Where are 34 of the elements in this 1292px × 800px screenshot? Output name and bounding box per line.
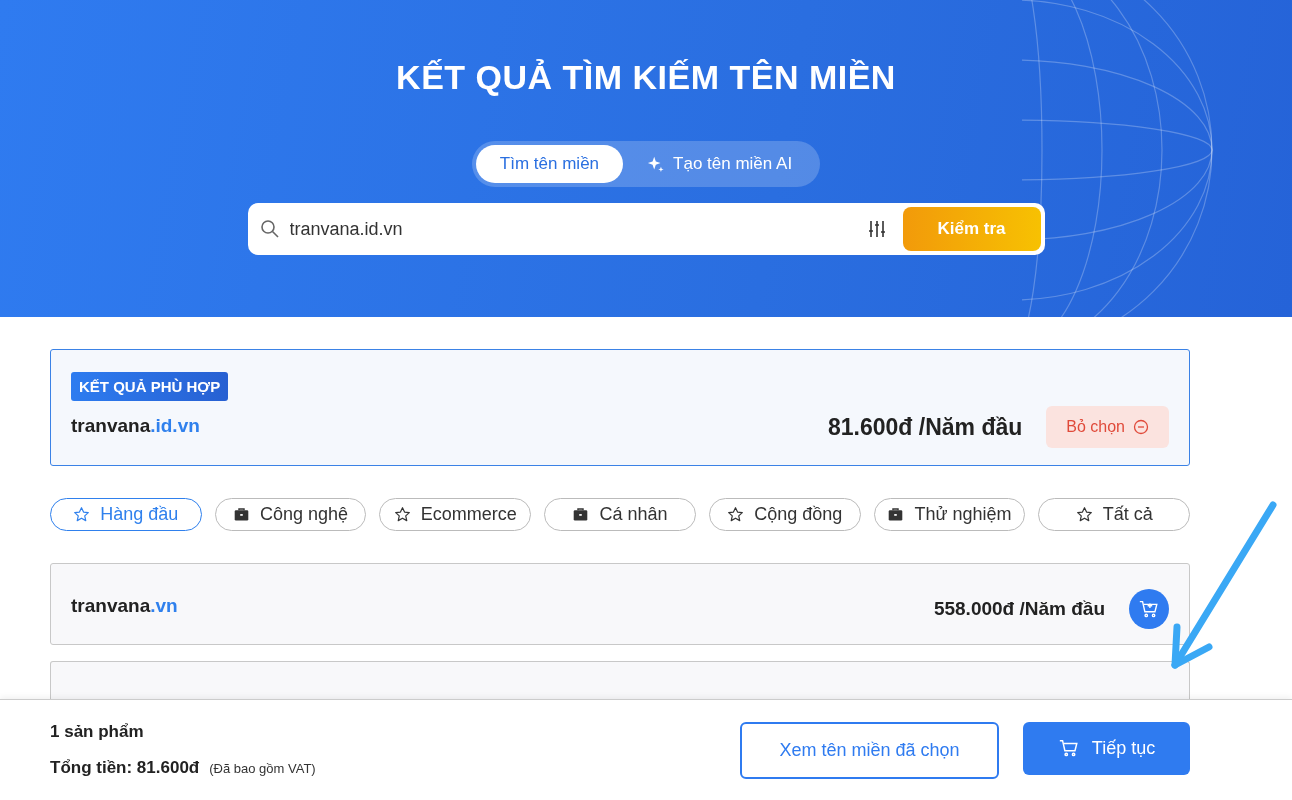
mode-tab[interactable]: Tìm tên miền xyxy=(475,145,624,183)
search-field[interactable]: tranvana.id.vn Kiểm tra xyxy=(247,203,1045,255)
star-icon xyxy=(73,506,91,523)
page-title: KẾT QUẢ TÌM KIẾM TÊN MIỀN xyxy=(396,58,896,97)
domain-price: 558.000đ /Năm đầu xyxy=(933,598,1105,620)
star-icon xyxy=(393,506,411,523)
total-price: Tổng tiền: 81.600đ xyxy=(50,758,200,778)
category-chip[interactable]: Ecommerce xyxy=(379,498,532,531)
filter-sliders-icon[interactable] xyxy=(866,219,887,239)
domain-name: tranvana.id.vn xyxy=(71,415,201,437)
briefcase-icon xyxy=(572,506,590,523)
minus-circle-icon xyxy=(1133,419,1149,435)
domain-price: 81.600đ /Năm đầu xyxy=(827,413,1023,441)
category-chip[interactable]: Cộng đồng xyxy=(708,498,861,531)
cart-plus-icon xyxy=(1138,598,1160,620)
category-chip[interactable]: Cá nhân xyxy=(544,498,696,531)
briefcase-icon xyxy=(887,506,905,523)
product-count: 1 sản phẩm xyxy=(50,722,145,742)
view-selected-button[interactable]: Xem tên miền đã chọn xyxy=(740,721,999,779)
category-chip[interactable]: Công nghệ xyxy=(214,498,367,531)
cart-icon xyxy=(1057,737,1080,759)
star-icon xyxy=(727,506,745,523)
star-icon xyxy=(1075,506,1093,523)
search-icon xyxy=(259,219,280,239)
category-chip[interactable]: Tất cả xyxy=(1038,498,1191,531)
vat-note: (Đã bao gồm VAT) xyxy=(209,761,316,776)
add-to-cart-button[interactable] xyxy=(1129,589,1169,629)
sparkle-icon xyxy=(647,155,666,173)
category-chip[interactable]: Thử nghiệm xyxy=(873,498,1026,531)
domain-name: tranvana.vn xyxy=(71,595,178,617)
category-chip[interactable]: Hàng đầu xyxy=(50,498,202,531)
briefcase-icon xyxy=(233,506,251,523)
continue-button[interactable]: Tiếp tục xyxy=(1023,721,1190,775)
match-badge: KẾT QUẢ PHÙ HỢP xyxy=(71,372,229,401)
